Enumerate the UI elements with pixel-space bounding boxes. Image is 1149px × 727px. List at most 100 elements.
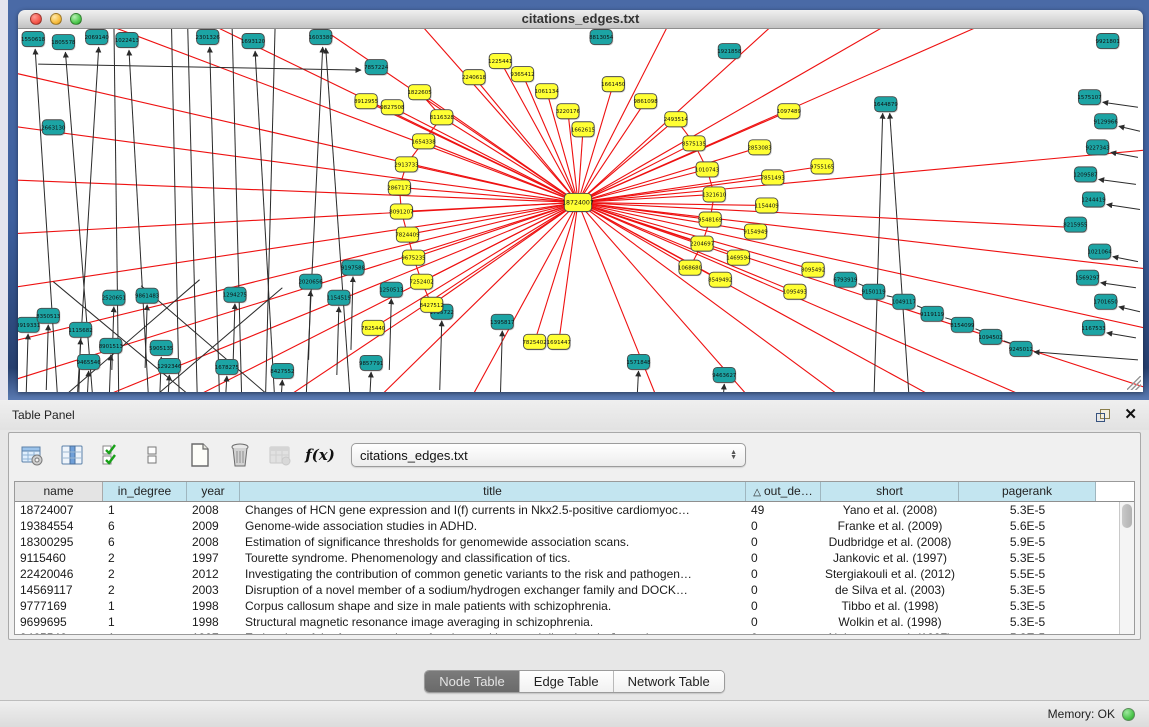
cell-title[interactable]: Tourette syndrome. Phenomenology and cla… <box>240 550 746 566</box>
graph-node[interactable]: 1225441 <box>488 54 512 70</box>
cell-title[interactable]: Structural magnetic resonance image aver… <box>240 614 746 630</box>
column-select-icon[interactable] <box>57 440 87 470</box>
graph-node[interactable]: 1068680 <box>678 260 703 276</box>
graph-node[interactable]: 1603380 <box>309 30 334 46</box>
tab-node-table[interactable]: Node Table <box>425 671 520 692</box>
float-panel-icon[interactable] <box>1096 409 1110 422</box>
cell-name[interactable]: 9777169 <box>15 598 103 614</box>
resize-grip-icon[interactable] <box>1127 376 1141 390</box>
deselect-all-icon[interactable] <box>137 440 167 470</box>
graph-node[interactable]: 2520651 <box>102 290 126 306</box>
minimize-window-button[interactable] <box>50 13 62 25</box>
table-row[interactable]: 911546021997Tourette syndrome. Phenomeno… <box>15 550 1118 566</box>
graph-node[interactable]: 1575107 <box>1077 90 1101 106</box>
graph-node[interactable]: 7825402 <box>522 334 546 350</box>
cell-out_de[interactable]: 0 <box>746 598 821 614</box>
cell-in_degree[interactable]: 2 <box>103 550 187 566</box>
cell-short[interactable]: Nakamura et al. (1997) <box>821 630 959 634</box>
column-header-out_de[interactable]: △out_de… <box>746 482 821 501</box>
graph-node[interactable]: 8215955 <box>1063 217 1087 233</box>
cell-year[interactable]: 1997 <box>187 630 240 634</box>
function-builder-icon[interactable]: f(x) <box>305 440 335 470</box>
cell-name[interactable]: 9465546 <box>15 630 103 634</box>
citation-graph[interactable]: 1550618180557820691401022413230132616931… <box>18 29 1143 392</box>
cell-out_de[interactable]: 0 <box>746 614 821 630</box>
graph-node[interactable]: 1701650 <box>1094 294 1119 310</box>
cell-year[interactable]: 2008 <box>187 534 240 550</box>
graph-node[interactable]: 7824409 <box>395 227 420 243</box>
cell-year[interactable]: 2009 <box>187 518 240 534</box>
network-canvas[interactable]: 1550618180557820691401022413230132616931… <box>18 29 1143 392</box>
graph-node[interactable]: 1294275 <box>223 287 247 303</box>
cell-in_degree[interactable]: 1 <box>103 614 187 630</box>
graph-node[interactable]: 9921801 <box>1096 34 1120 50</box>
network-window-titlebar[interactable]: citations_edges.txt <box>18 10 1143 29</box>
graph-node[interactable]: 1661450 <box>601 77 626 93</box>
graph-node[interactable]: 1921858 <box>717 44 742 60</box>
cell-pagerank[interactable]: 5.3E-5 <box>959 502 1096 518</box>
graph-node[interactable]: 8813054 <box>589 30 614 46</box>
graph-node[interactable]: 8427512 <box>420 297 444 313</box>
graph-node[interactable]: 7857224 <box>364 60 389 76</box>
graph-node[interactable]: 8901513 <box>99 338 124 354</box>
graph-node[interactable]: 8095492 <box>801 262 825 278</box>
cell-in_degree[interactable]: 6 <box>103 534 187 550</box>
graph-node[interactable]: 9827508 <box>380 100 405 116</box>
graph-node[interactable]: 8549492 <box>708 272 732 288</box>
graph-node[interactable]: 1049117 <box>892 294 916 310</box>
graph-node[interactable]: 9197588 <box>341 260 366 276</box>
graph-node[interactable]: 7252402 <box>409 274 433 290</box>
cell-short[interactable]: Jankovic et al. (1997) <box>821 550 959 566</box>
graph-node[interactable]: 1550618 <box>21 32 46 48</box>
table-scrollbar[interactable] <box>1119 502 1134 634</box>
graph-node[interactable]: 2069140 <box>85 30 110 46</box>
cell-pagerank[interactable]: 5.3E-5 <box>959 630 1096 634</box>
graph-node[interactable]: 6793919 <box>833 272 858 288</box>
cell-short[interactable]: Tibbo et al. (1998) <box>821 598 959 614</box>
cell-pagerank[interactable]: 5.9E-5 <box>959 534 1096 550</box>
cell-in_degree[interactable]: 1 <box>103 502 187 518</box>
graph-node[interactable]: 7851493 <box>761 170 786 186</box>
cell-out_de[interactable]: 0 <box>746 630 821 634</box>
graph-node[interactable]: 1569297 <box>1075 270 1099 286</box>
column-header-title[interactable]: title <box>240 482 746 501</box>
cell-short[interactable]: Yano et al. (2008) <box>821 502 959 518</box>
graph-node[interactable]: 8350513 <box>36 308 61 324</box>
cell-name[interactable]: 14569117 <box>15 582 103 598</box>
graph-node[interactable]: 7825440 <box>361 320 386 336</box>
close-panel-icon[interactable]: ✕ <box>1124 408 1137 422</box>
graph-node[interactable]: 9755165 <box>810 159 834 175</box>
graph-node[interactable]: 1115682 <box>68 322 92 338</box>
column-header-name[interactable]: name <box>15 482 103 501</box>
graph-node[interactable]: 1654338 <box>411 134 436 150</box>
graph-node[interactable]: 9465546 <box>77 354 102 370</box>
column-header-short[interactable]: short <box>821 482 959 501</box>
cell-in_degree[interactable]: 2 <box>103 582 187 598</box>
graph-node[interactable]: 1469594 <box>726 250 751 266</box>
table-row[interactable]: 946554611997Estimation of the future num… <box>15 630 1118 634</box>
cell-short[interactable]: Franke et al. (2009) <box>821 518 959 534</box>
graph-node[interactable]: 1395817 <box>490 314 514 330</box>
graph-node[interactable]: 5905135 <box>149 340 173 356</box>
cell-title[interactable]: Disruption of a novel member of a sodium… <box>240 582 746 598</box>
cell-title[interactable]: Corpus callosum shape and size in male p… <box>240 598 746 614</box>
cell-short[interactable]: Stergiakouli et al. (2012) <box>821 566 959 582</box>
graph-node[interactable]: 1662615 <box>571 122 595 138</box>
cell-title[interactable]: Estimation of the future numbers of pati… <box>240 630 746 634</box>
graph-node[interactable]: 1097489 <box>777 104 802 120</box>
graph-node[interactable]: 1021064 <box>1087 244 1112 260</box>
delete-columns-icon[interactable] <box>225 440 255 470</box>
graph-node[interactable]: 8427552 <box>270 363 294 379</box>
table-row[interactable]: 969969511998Structural magnetic resonanc… <box>15 614 1118 630</box>
graph-node[interactable]: 1061134 <box>535 84 560 100</box>
cell-name[interactable]: 18724007 <box>15 502 103 518</box>
cell-title[interactable]: Investigating the contribution of common… <box>240 566 746 582</box>
cell-short[interactable]: Wolkin et al. (1998) <box>821 614 959 630</box>
graph-node[interactable]: 1154519 <box>327 290 352 306</box>
table-settings-icon[interactable] <box>17 440 47 470</box>
table-row[interactable]: 1830029562008Estimation of significance … <box>15 534 1118 550</box>
graph-node[interactable]: 1250513 <box>379 282 404 298</box>
graph-node[interactable]: 2913733 <box>394 157 419 173</box>
table-scrollbar-thumb[interactable] <box>1122 504 1132 528</box>
cell-pagerank[interactable]: 5.6E-5 <box>959 518 1096 534</box>
